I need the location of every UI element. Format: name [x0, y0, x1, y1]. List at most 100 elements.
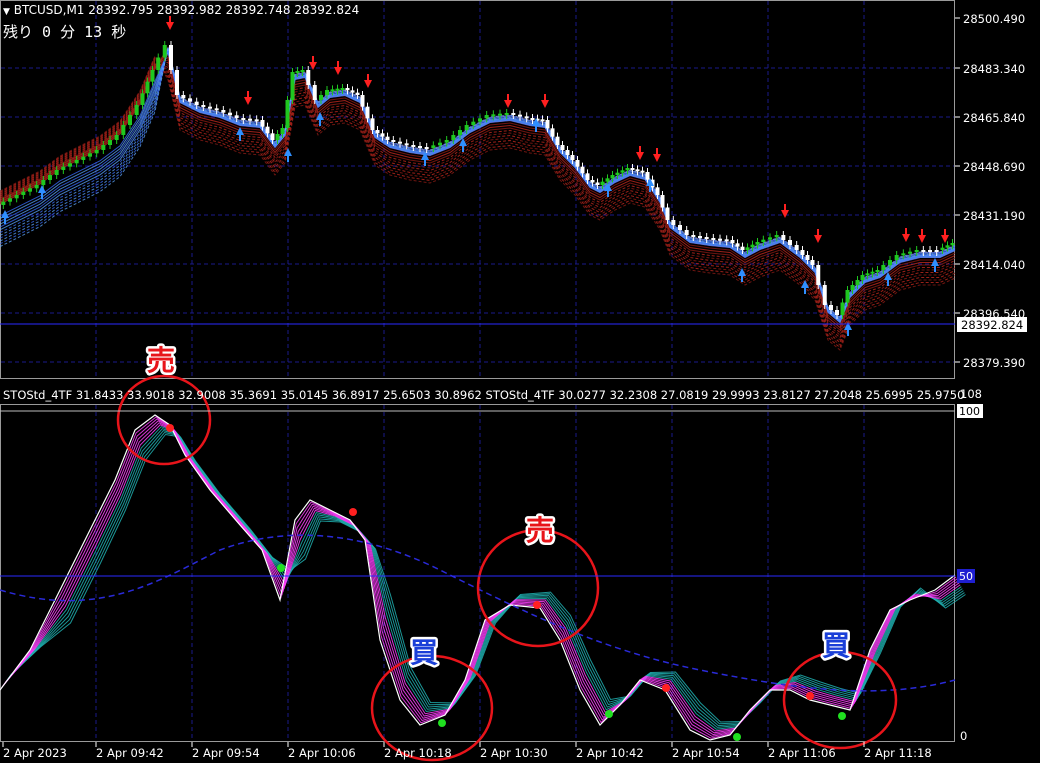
candle-body	[464, 125, 469, 130]
candle-body	[860, 275, 865, 280]
buy-dot	[438, 719, 446, 727]
candle-body	[370, 118, 375, 130]
candle-body	[275, 134, 280, 140]
candle-body	[745, 247, 750, 250]
chart-canvas[interactable]: 28500.490 28483.340 28465.840 28448.690 …	[0, 0, 1040, 763]
candle-body	[325, 90, 329, 95]
time-label: 2 Apr 10:54	[672, 746, 740, 760]
price-tick: 28483.340	[963, 62, 1025, 76]
candle-body	[169, 45, 173, 70]
candle-body	[888, 260, 892, 265]
candle-body	[590, 180, 595, 183]
candle-body	[458, 130, 462, 135]
candle-body	[451, 135, 456, 140]
candle-body	[128, 115, 132, 125]
candle-body	[816, 265, 821, 285]
candle-body	[340, 88, 345, 90]
candle-body	[881, 265, 886, 270]
candle-body	[431, 145, 436, 148]
candle-body	[928, 250, 932, 252]
candle-body	[625, 168, 630, 171]
candle-body	[610, 175, 615, 179]
sell-dot	[662, 684, 670, 692]
candle-body	[524, 116, 529, 119]
level-0-label: 0	[960, 729, 967, 743]
candle-body	[385, 136, 390, 140]
buy-annotation-2: 買	[822, 629, 850, 662]
candle-body	[48, 175, 52, 180]
candle-body	[740, 246, 745, 250]
candle-body	[398, 141, 402, 144]
candle-body	[855, 280, 860, 285]
candle-body	[270, 133, 275, 140]
candle-body	[768, 237, 772, 240]
time-label: 2 Apr 09:42	[96, 746, 164, 760]
candle-body	[665, 207, 670, 220]
price-axis: 28500.490 28483.340 28465.840 28448.690 …	[955, 12, 1025, 370]
candle-body	[295, 71, 300, 73]
price-tick: 28465.840	[963, 111, 1025, 125]
candle-body	[471, 121, 476, 125]
indicator-frame	[0, 404, 955, 742]
candle-body	[254, 119, 259, 122]
candle-body	[312, 85, 317, 100]
candle-body	[730, 240, 735, 244]
candle-body	[805, 255, 810, 260]
candle-body	[265, 126, 270, 134]
candle-body	[810, 260, 815, 265]
candle-body	[74, 160, 79, 164]
candle-body	[175, 70, 179, 95]
candle-body	[375, 130, 380, 134]
time-label: 2 Apr 10:30	[480, 746, 548, 760]
candle-body	[41, 180, 46, 185]
candle-body	[570, 155, 575, 160]
candle-body	[945, 245, 950, 248]
candle-body	[595, 182, 600, 185]
candle-body	[498, 113, 502, 116]
candle-body	[711, 238, 716, 240]
candle-body	[781, 235, 786, 240]
candle-body	[360, 95, 365, 107]
candle-body	[335, 88, 340, 91]
candle-body	[565, 150, 570, 155]
candle-body	[615, 172, 620, 175]
candle-body	[800, 250, 805, 255]
candle-body	[156, 57, 161, 70]
level-100-label: 100	[959, 405, 980, 418]
candle-body	[835, 310, 839, 315]
candle-body	[575, 160, 580, 167]
candle-body	[735, 243, 740, 247]
candle-body	[162, 45, 167, 58]
candle-body	[241, 118, 246, 120]
candle-body	[114, 135, 119, 140]
candle-body	[555, 136, 560, 145]
candle-body	[530, 118, 535, 120]
level-50-label: 50	[959, 570, 973, 583]
candle-body	[750, 244, 755, 248]
candle-body	[54, 170, 59, 175]
dropdown-triangle-icon[interactable]: ▼	[3, 7, 10, 17]
candle-body	[671, 220, 676, 225]
candle-body	[214, 108, 219, 111]
candle-body	[234, 115, 239, 118]
candle-body	[684, 230, 689, 235]
candle-body	[101, 145, 106, 150]
candle-body	[319, 95, 323, 100]
candle-body	[901, 253, 906, 256]
candle-body	[355, 92, 360, 95]
candle-body	[34, 185, 39, 189]
price-tick: 28414.040	[963, 258, 1025, 272]
candle-body	[438, 142, 442, 146]
sell-annotation-2: 売	[526, 514, 554, 547]
candle-body	[600, 181, 605, 185]
candle-body	[150, 70, 155, 82]
sell-annotation-1: 売	[147, 344, 175, 377]
time-label: 2 Apr 10:42	[576, 746, 644, 760]
symbol-quote-line: BTCUSD,M1 28392.795 28392.982 28392.748 …	[13, 3, 360, 17]
candle-body	[914, 250, 919, 252]
candle-body	[850, 285, 855, 290]
sell-dot	[166, 424, 174, 432]
candle-body	[660, 195, 665, 208]
price-tick: 28379.390	[963, 356, 1025, 370]
candle-body	[21, 191, 26, 195]
